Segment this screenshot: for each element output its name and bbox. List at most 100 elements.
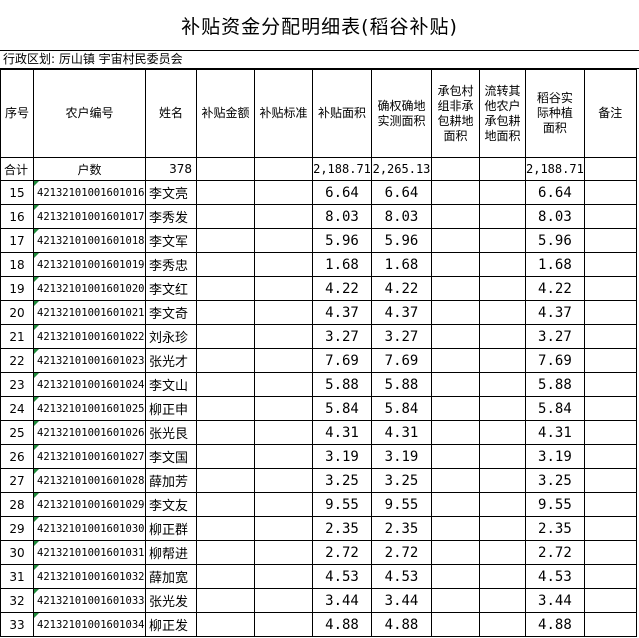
row-name[interactable]: 李文奇: [145, 300, 197, 325]
row-rice-area[interactable]: 3.44: [525, 588, 585, 613]
row-contract-area[interactable]: [431, 324, 480, 349]
row-transfer-area[interactable]: [479, 228, 526, 253]
row-name[interactable]: 李秀发: [145, 204, 197, 229]
row-rice-area[interactable]: 5.88: [525, 372, 585, 397]
row-remark[interactable]: [583, 276, 637, 301]
row-standard[interactable]: [254, 444, 313, 469]
sheet-title[interactable]: 补贴资金分配明细表(稻谷补贴): [0, 0, 639, 51]
row-standard[interactable]: [254, 180, 313, 205]
row-amount[interactable]: [196, 372, 255, 397]
row-standard[interactable]: [254, 468, 313, 493]
row-area[interactable]: 5.88: [312, 372, 372, 397]
row-remark[interactable]: [583, 348, 637, 373]
row-standard[interactable]: [254, 396, 313, 421]
row-farmer-id[interactable]: 42132101001601022: [33, 324, 146, 349]
row-area[interactable]: 3.25: [312, 468, 372, 493]
row-remark[interactable]: [583, 372, 637, 397]
row-rice-area[interactable]: 1.68: [525, 252, 585, 277]
row-standard[interactable]: [254, 252, 313, 277]
row-name[interactable]: 李文山: [145, 372, 197, 397]
row-remark[interactable]: [583, 204, 637, 229]
summary-households[interactable]: 378: [145, 157, 197, 181]
row-standard[interactable]: [254, 324, 313, 349]
header-area[interactable]: 补贴面积: [312, 69, 372, 158]
row-name[interactable]: 张光艮: [145, 420, 197, 445]
row-name[interactable]: 薛加宽: [145, 564, 197, 589]
row-name[interactable]: 李秀忠: [145, 252, 197, 277]
row-amount[interactable]: [196, 228, 255, 253]
row-name[interactable]: 柳帮进: [145, 540, 197, 565]
row-area[interactable]: 6.64: [312, 180, 372, 205]
row-transfer-area[interactable]: [479, 180, 526, 205]
row-remark[interactable]: [583, 588, 637, 613]
row-contract-area[interactable]: [431, 444, 480, 469]
row-transfer-area[interactable]: [479, 252, 526, 277]
row-standard[interactable]: [254, 540, 313, 565]
summary-transfer-cell[interactable]: [479, 157, 526, 181]
row-rice-area[interactable]: 6.64: [525, 180, 585, 205]
row-amount[interactable]: [196, 492, 255, 517]
summary-confirmed-area[interactable]: 2,265.13: [371, 157, 432, 181]
row-area[interactable]: 4.53: [312, 564, 372, 589]
row-standard[interactable]: [254, 300, 313, 325]
row-rice-area[interactable]: 3.19: [525, 444, 585, 469]
row-contract-area[interactable]: [431, 372, 480, 397]
row-area[interactable]: 2.35: [312, 516, 372, 541]
row-standard[interactable]: [254, 588, 313, 613]
row-name[interactable]: 柳正群: [145, 516, 197, 541]
row-seq[interactable]: 26: [0, 444, 34, 469]
row-remark[interactable]: [583, 444, 637, 469]
row-name[interactable]: 薛加芳: [145, 468, 197, 493]
row-confirmed-area[interactable]: 5.96: [371, 228, 432, 253]
row-amount[interactable]: [196, 468, 255, 493]
row-remark[interactable]: [583, 324, 637, 349]
row-farmer-id[interactable]: 42132101001601028: [33, 468, 146, 493]
row-rice-area[interactable]: 5.96: [525, 228, 585, 253]
row-contract-area[interactable]: [431, 420, 480, 445]
row-area[interactable]: 1.68: [312, 252, 372, 277]
row-seq[interactable]: 23: [0, 372, 34, 397]
row-remark[interactable]: [583, 612, 637, 637]
row-transfer-area[interactable]: [479, 588, 526, 613]
row-rice-area[interactable]: 9.55: [525, 492, 585, 517]
row-farmer-id[interactable]: 42132101001601024: [33, 372, 146, 397]
row-amount[interactable]: [196, 324, 255, 349]
row-transfer-area[interactable]: [479, 468, 526, 493]
row-contract-area[interactable]: [431, 276, 480, 301]
row-amount[interactable]: [196, 420, 255, 445]
row-confirmed-area[interactable]: 1.68: [371, 252, 432, 277]
row-transfer-area[interactable]: [479, 348, 526, 373]
row-rice-area[interactable]: 4.88: [525, 612, 585, 637]
row-standard[interactable]: [254, 204, 313, 229]
row-rice-area[interactable]: 4.22: [525, 276, 585, 301]
row-seq[interactable]: 25: [0, 420, 34, 445]
row-standard[interactable]: [254, 348, 313, 373]
row-seq[interactable]: 15: [0, 180, 34, 205]
row-seq[interactable]: 17: [0, 228, 34, 253]
row-transfer-area[interactable]: [479, 276, 526, 301]
row-confirmed-area[interactable]: 6.64: [371, 180, 432, 205]
row-contract-area[interactable]: [431, 300, 480, 325]
summary-rice-area[interactable]: 2,188.71: [525, 157, 585, 181]
row-confirmed-area[interactable]: 4.22: [371, 276, 432, 301]
row-standard[interactable]: [254, 228, 313, 253]
row-seq[interactable]: 33: [0, 612, 34, 637]
row-farmer-id[interactable]: 42132101001601019: [33, 252, 146, 277]
row-confirmed-area[interactable]: 3.27: [371, 324, 432, 349]
row-confirmed-area[interactable]: 2.35: [371, 516, 432, 541]
row-contract-area[interactable]: [431, 396, 480, 421]
row-area[interactable]: 8.03: [312, 204, 372, 229]
row-standard[interactable]: [254, 492, 313, 517]
row-remark[interactable]: [583, 180, 637, 205]
row-farmer-id[interactable]: 42132101001601016: [33, 180, 146, 205]
row-seq[interactable]: 30: [0, 540, 34, 565]
row-rice-area[interactable]: 2.35: [525, 516, 585, 541]
summary-area[interactable]: 2,188.71: [312, 157, 372, 181]
row-rice-area[interactable]: 2.72: [525, 540, 585, 565]
row-remark[interactable]: [583, 564, 637, 589]
row-area[interactable]: 5.84: [312, 396, 372, 421]
row-contract-area[interactable]: [431, 612, 480, 637]
row-confirmed-area[interactable]: 4.31: [371, 420, 432, 445]
row-contract-area[interactable]: [431, 252, 480, 277]
row-farmer-id[interactable]: 42132101001601029: [33, 492, 146, 517]
